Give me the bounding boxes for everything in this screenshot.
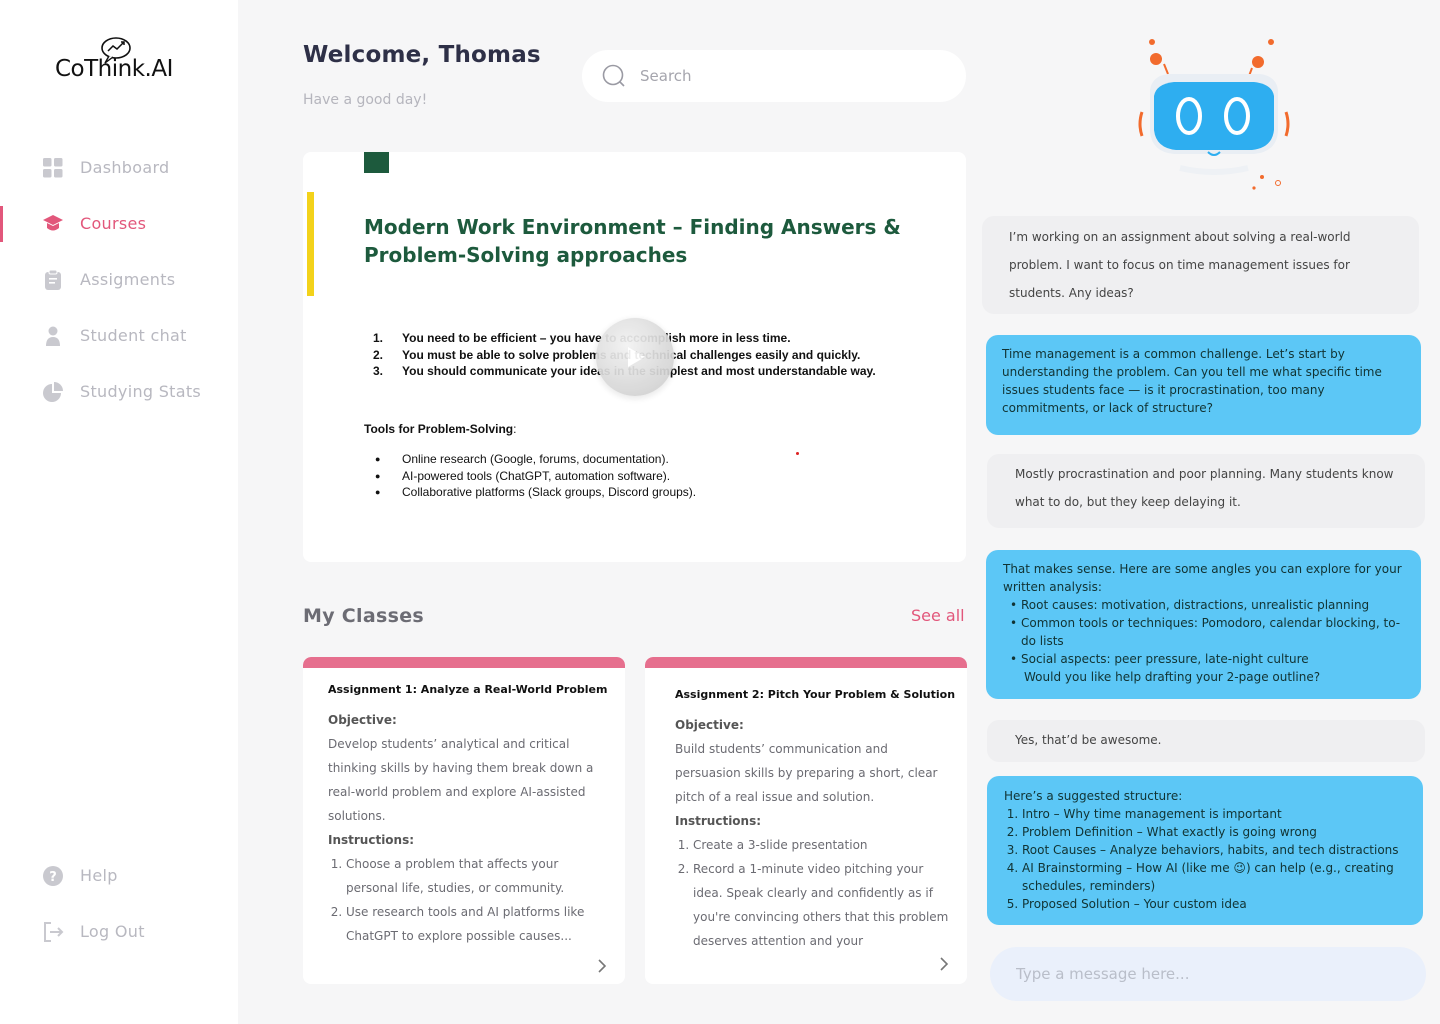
chat-bullet: Social aspects: peer pressure, late-nigh…	[1003, 650, 1408, 668]
see-all-link[interactable]: See all	[911, 606, 965, 625]
sidebar-item-label: Dashboard	[80, 158, 170, 177]
sidebar-item-label: Log Out	[80, 922, 145, 941]
class-card-accent	[645, 657, 967, 668]
robot-mascot-icon	[1138, 39, 1290, 190]
objective-label: Objective:	[675, 718, 744, 732]
tools-list-item: Online research (Google, forums, documen…	[375, 451, 696, 468]
objective-label: Objective:	[328, 713, 397, 727]
grid-icon	[43, 158, 63, 178]
play-button[interactable]	[596, 318, 674, 396]
course-video-player[interactable]: Modern Work Environment – Finding Answer…	[303, 152, 966, 562]
chevron-right-icon[interactable]	[939, 956, 949, 972]
instruction-step: Choose a problem that affects your perso…	[346, 852, 603, 900]
sidebar-item-help[interactable]: ? Help	[0, 856, 238, 896]
tools-heading: Tools for Problem-Solving:	[364, 422, 517, 436]
sidebar-item-label: Help	[80, 866, 118, 885]
slide-decoration-square	[364, 152, 389, 173]
chevron-right-icon[interactable]	[597, 958, 607, 974]
chat-message-user: Yes, that’d be awesome.	[987, 720, 1425, 762]
chat-message-text: Time management is a common challenge. L…	[1002, 347, 1382, 415]
class-card-accent	[303, 657, 625, 668]
tools-list-item: Collaborative platforms (Slack groups, D…	[375, 484, 696, 501]
logo[interactable]: CoThink.AI	[55, 36, 195, 86]
chat-input-bar[interactable]	[990, 947, 1426, 1001]
search-bar[interactable]	[582, 50, 966, 102]
instructions-list: Create a 3-slide presentation Record a 1…	[675, 833, 950, 951]
instructions-list: Choose a problem that affects your perso…	[328, 852, 603, 948]
sidebar-item-assignments[interactable]: Assigments	[0, 260, 238, 300]
chat-message-user: I’m working on an assignment about solvi…	[982, 216, 1419, 314]
chat-bullet: Root causes: motivation, distractions, u…	[1003, 596, 1408, 614]
chat-step: Problem Definition – What exactly is goi…	[1022, 823, 1414, 841]
graduation-cap-icon	[43, 215, 63, 231]
my-classes-title: My Classes	[303, 605, 424, 627]
sidebar-item-label: Assigments	[80, 270, 176, 289]
class-card-body: Objective: Build students’ communication…	[675, 713, 950, 951]
slide-title: Modern Work Environment – Finding Answer…	[364, 215, 901, 267]
person-icon	[46, 326, 60, 346]
clipboard-icon	[45, 269, 61, 290]
sidebar-item-logout[interactable]: Log Out	[0, 912, 238, 952]
instruction-step: Create a 3-slide presentation	[693, 833, 950, 857]
class-card-title: Assignment 1: Analyze a Real-World Probl…	[328, 683, 608, 696]
logout-icon	[44, 922, 64, 942]
sidebar-item-student-chat[interactable]: Student chat	[0, 316, 238, 356]
chat-message-bot: Time management is a common challenge. L…	[986, 335, 1421, 435]
class-card-body: Objective: Develop students’ analytical …	[328, 708, 603, 948]
chat-message-text: Mostly procrastination and poor planning…	[1015, 467, 1394, 509]
chat-message-text: Yes, that’d be awesome.	[1015, 733, 1162, 747]
instruction-step: Use research tools and AI platforms like…	[346, 900, 603, 948]
tools-list: Online research (Google, forums, documen…	[375, 451, 696, 501]
page-subtitle: Have a good day!	[303, 92, 428, 108]
cursor-dot	[796, 452, 799, 455]
chat-message-text: Here’s a suggested structure: Intro – Wh…	[1004, 787, 1414, 913]
sidebar-item-label: Studying Stats	[80, 382, 202, 401]
instructions-label: Instructions:	[328, 833, 415, 847]
chat-step: Root Causes – Analyze behaviors, habits,…	[1022, 841, 1414, 859]
chat-step: Proposed Solution – Your custom idea	[1022, 895, 1414, 913]
sidebar-item-studying-stats[interactable]: Studying Stats	[0, 372, 238, 412]
chat-message-intro: Here’s a suggested structure:	[1004, 789, 1183, 803]
chat-step: Intro – Why time management is important	[1022, 805, 1414, 823]
svg-text:?: ?	[49, 870, 57, 885]
class-card[interactable]: Assignment 2: Pitch Your Problem & Solut…	[645, 657, 967, 984]
chat-bullet: Common tools or techniques: Pomodoro, ca…	[1003, 614, 1408, 650]
chat-message-outro: Would you like help drafting your 2-page…	[1024, 670, 1321, 684]
chat-message-bullets: Root causes: motivation, distractions, u…	[1003, 596, 1408, 668]
play-icon	[628, 347, 645, 367]
sidebar-item-label: Courses	[80, 214, 147, 233]
chat-message-text: I’m working on an assignment about solvi…	[1009, 230, 1351, 300]
chat-step: AI Brainstorming – How AI (like me 😉) ca…	[1022, 859, 1414, 895]
chat-message-input[interactable]	[1016, 961, 1396, 987]
sidebar-item-label: Student chat	[80, 326, 187, 345]
search-input[interactable]	[640, 63, 940, 89]
chat-message-bot: That makes sense. Here are some angles y…	[986, 550, 1421, 699]
chat-message-bot: Here’s a suggested structure: Intro – Wh…	[987, 776, 1423, 925]
sidebar-item-dashboard[interactable]: Dashboard	[0, 148, 238, 188]
search-icon	[602, 64, 625, 87]
slide-accent-bar	[307, 192, 314, 296]
chat-message-user: Mostly procrastination and poor planning…	[987, 454, 1425, 528]
chat-message-text: That makes sense. Here are some angles y…	[1003, 560, 1408, 686]
chat-message-intro: That makes sense. Here are some angles y…	[1003, 562, 1402, 594]
logo-text: CoThink.AI	[55, 56, 173, 82]
chat-message-steps: Intro – Why time management is important…	[1004, 805, 1414, 913]
page-title: Welcome, Thomas	[303, 42, 541, 68]
pie-chart-icon	[43, 382, 63, 402]
sidebar: CoThink.AI Dashboard Courses Assigments	[0, 0, 238, 1024]
class-card[interactable]: Assignment 1: Analyze a Real-World Probl…	[303, 657, 625, 984]
sidebar-item-courses[interactable]: Courses	[0, 204, 238, 244]
instructions-label: Instructions:	[675, 814, 762, 828]
help-icon: ?	[43, 866, 63, 886]
objective-text: Develop students’ analytical and critica…	[328, 737, 594, 823]
objective-text: Build students’ communication and persua…	[675, 742, 938, 804]
instruction-step: Record a 1-minute video pitching your id…	[693, 857, 950, 951]
class-card-title: Assignment 2: Pitch Your Problem & Solut…	[675, 688, 956, 701]
tools-list-item: AI-powered tools (ChatGPT, automation so…	[375, 468, 696, 485]
